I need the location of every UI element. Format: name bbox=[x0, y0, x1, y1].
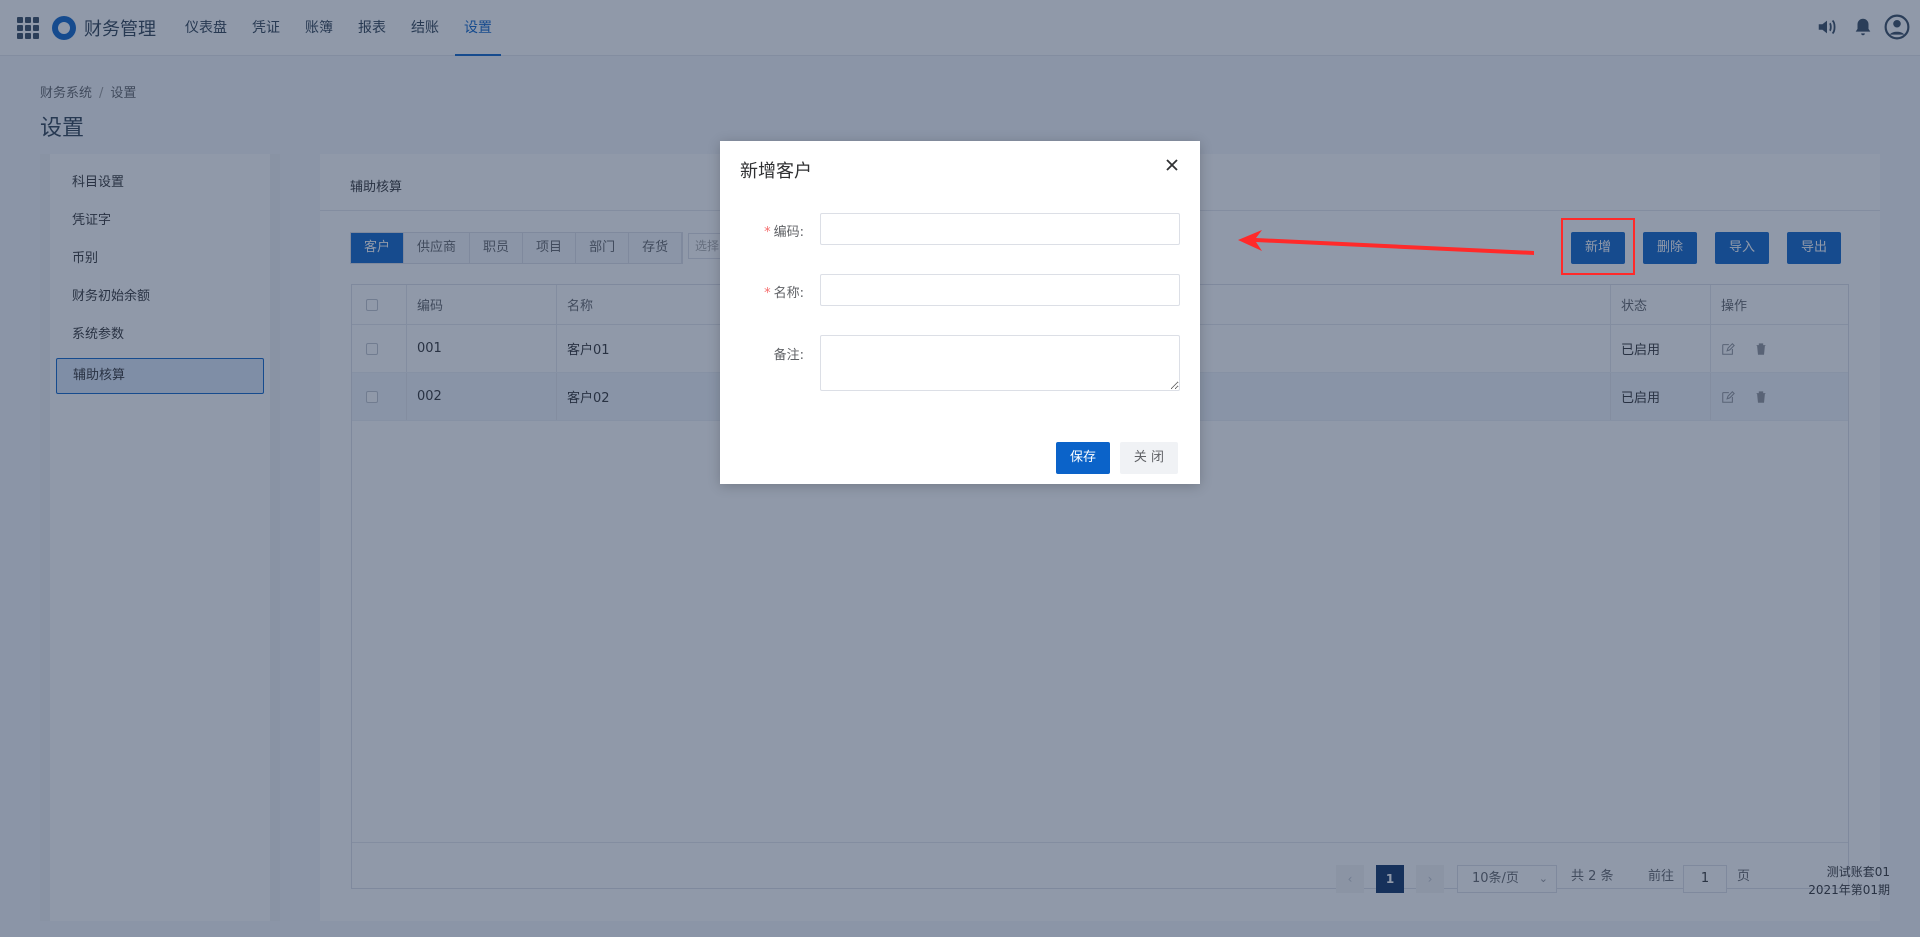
code-label: * 编码: bbox=[764, 225, 804, 240]
save-button[interactable]: 保存 bbox=[1056, 442, 1110, 474]
name-input[interactable] bbox=[820, 274, 1180, 306]
name-label: * 名称: bbox=[764, 286, 804, 301]
arrow-annotation bbox=[1238, 230, 1534, 255]
add-customer-dialog: 新增客户 * 编码: * 名称: 备注: 保存 关 闭 bbox=[720, 141, 1200, 484]
add-button-highlight bbox=[1561, 218, 1635, 275]
close-icon[interactable] bbox=[1164, 157, 1180, 173]
dialog-title: 新增客户 bbox=[740, 161, 812, 182]
note-textarea[interactable] bbox=[820, 335, 1180, 391]
close-button[interactable]: 关 闭 bbox=[1120, 442, 1178, 474]
code-input[interactable] bbox=[820, 213, 1180, 245]
note-label: 备注: bbox=[773, 348, 804, 363]
